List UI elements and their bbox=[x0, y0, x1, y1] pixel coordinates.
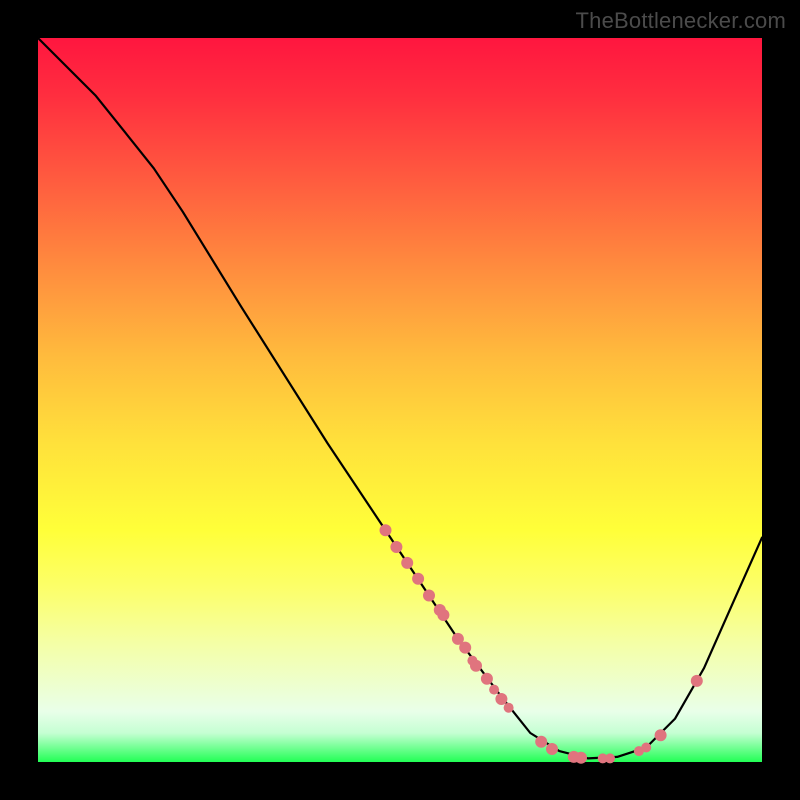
data-point bbox=[691, 675, 703, 687]
data-point bbox=[546, 743, 558, 755]
data-point bbox=[504, 703, 514, 713]
chart-svg bbox=[38, 38, 762, 762]
data-point bbox=[655, 729, 667, 741]
watermark-text: TheBottlenecker.com bbox=[576, 8, 786, 34]
bottleneck-curve bbox=[38, 38, 762, 758]
data-point bbox=[401, 557, 413, 569]
data-point bbox=[470, 660, 482, 672]
data-points bbox=[380, 524, 703, 763]
data-point bbox=[575, 752, 587, 764]
data-point bbox=[535, 736, 547, 748]
data-point bbox=[605, 753, 615, 763]
data-point bbox=[437, 609, 449, 621]
data-point bbox=[641, 743, 651, 753]
data-point bbox=[459, 642, 471, 654]
data-point bbox=[489, 685, 499, 695]
chart-area bbox=[38, 38, 762, 762]
data-point bbox=[390, 541, 402, 553]
data-point bbox=[412, 573, 424, 585]
data-point bbox=[495, 693, 507, 705]
data-point bbox=[423, 590, 435, 602]
data-point bbox=[481, 673, 493, 685]
data-point bbox=[380, 524, 392, 536]
